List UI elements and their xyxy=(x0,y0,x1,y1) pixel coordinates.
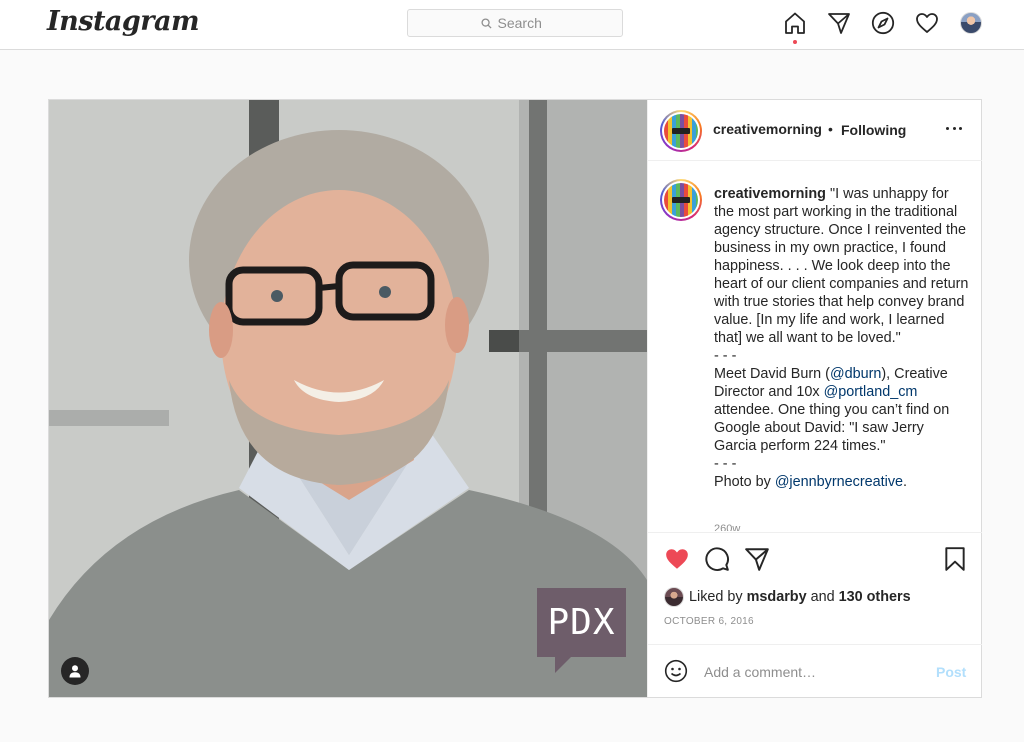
caption-time-ago: 260w xyxy=(714,523,741,531)
separator-dot: • xyxy=(828,121,833,137)
mention-jennbyrnecreative[interactable]: @jennbyrnecreative xyxy=(775,474,903,490)
top-nav-bar: Instagram xyxy=(0,0,1024,50)
likes-prefix: Liked by xyxy=(689,589,743,605)
post-actions xyxy=(648,532,982,582)
comment-bar: Post xyxy=(648,644,982,697)
caption-scroll-area[interactable]: creativemorning "I was unhappy for the m… xyxy=(648,161,982,531)
mention-dburn[interactable]: @dburn xyxy=(830,366,881,382)
bookmark-icon[interactable] xyxy=(942,546,968,572)
following-button[interactable]: Following xyxy=(841,122,906,138)
direct-icon[interactable] xyxy=(827,11,851,35)
comment-icon[interactable] xyxy=(704,546,730,572)
post-photo[interactable]: PDX xyxy=(49,100,647,697)
search-icon xyxy=(480,17,492,29)
post-caption: creativemorning "I was unhappy for the m… xyxy=(714,185,970,491)
comment-input[interactable] xyxy=(704,662,904,682)
author-avatar[interactable] xyxy=(660,110,702,152)
tagged-user-button[interactable] xyxy=(61,657,89,685)
caption-username[interactable]: creativemorning xyxy=(714,186,826,202)
like-heart-icon[interactable] xyxy=(664,546,690,572)
emoji-icon[interactable] xyxy=(664,659,688,683)
search-box[interactable] xyxy=(407,9,623,37)
caption-text-1: "I was unhappy for the most part working… xyxy=(714,186,969,382)
mention-portland-cm[interactable]: @portland_cm xyxy=(824,384,918,400)
post-sidebar: creativemorning • Following creativemorn… xyxy=(647,100,982,697)
pdx-badge-tail xyxy=(555,657,571,673)
instagram-logo[interactable]: Instagram xyxy=(47,6,200,37)
share-icon[interactable] xyxy=(744,546,770,572)
likes-conjunction: and xyxy=(810,589,835,605)
post-card: PDX creativemorning • Following creative… xyxy=(48,99,982,698)
caption-author-avatar[interactable] xyxy=(660,179,702,221)
liker-username[interactable]: msdarby xyxy=(747,589,807,605)
author-username[interactable]: creativemorning xyxy=(713,121,822,137)
pdx-badge: PDX xyxy=(537,588,626,657)
post-header: creativemorning • Following xyxy=(648,100,982,161)
activity-heart-icon[interactable] xyxy=(915,11,939,35)
notification-dot xyxy=(793,40,797,44)
post-comment-button[interactable]: Post xyxy=(936,664,966,680)
search-input[interactable] xyxy=(497,15,550,31)
likes-others-link[interactable]: 130 others xyxy=(839,589,911,605)
explore-icon[interactable] xyxy=(871,11,895,35)
home-icon[interactable] xyxy=(783,11,807,44)
likes-summary: Liked by msdarby and 130 others xyxy=(664,586,911,608)
more-options-icon[interactable] xyxy=(946,127,962,133)
caption-text-4: . xyxy=(903,474,908,490)
liker-avatar[interactable] xyxy=(664,587,684,607)
profile-avatar[interactable] xyxy=(960,12,982,34)
post-date[interactable]: OCTOBER 6, 2016 xyxy=(664,616,754,627)
user-tag-icon xyxy=(69,665,81,678)
